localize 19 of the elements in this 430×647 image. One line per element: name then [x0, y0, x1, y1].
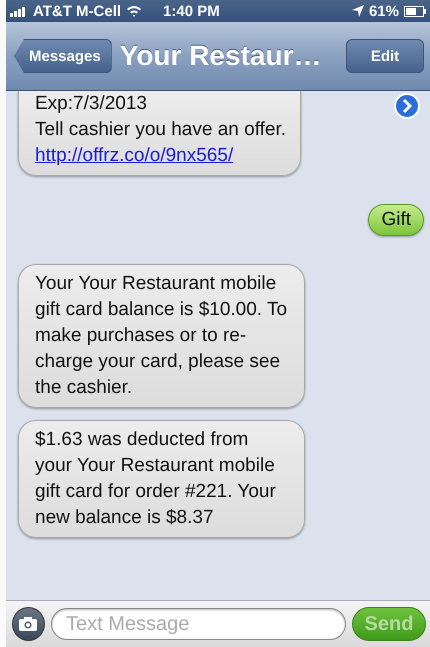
message-text: Gift: [381, 209, 411, 230]
battery-percent: 61%: [368, 2, 399, 20]
carrier-name: AT&T M-Cell: [33, 2, 122, 20]
disclosure-icon[interactable]: [394, 93, 420, 119]
conversation-title: Your Restaur…: [120, 40, 322, 72]
message-text: Your Your Restaurant mobile gift card balance is $10.00. To make purchases or to re-charge your card, please see the cashier.: [35, 272, 288, 400]
message-text: Exp:7/3/2013 Tell cashier you have an offer.: [35, 92, 286, 142]
camera-icon: [19, 617, 38, 631]
clock-time: 1:40 PM: [163, 2, 220, 20]
wifi-icon: [126, 5, 142, 17]
message-input-field[interactable]: Text Message: [50, 608, 346, 640]
message-link[interactable]: http://offrz.co/o/9nx565/: [35, 143, 286, 169]
location-arrow-icon: [352, 5, 364, 17]
message-text: $1.63 was deducted from your Your Restaurant mobile gift card for order #221. Your new balance is $8.37: [35, 428, 277, 530]
battery-icon: [404, 6, 426, 16]
camera-button[interactable]: [12, 607, 45, 641]
signal-icon: [10, 6, 28, 16]
edit-button[interactable]: Edit: [346, 39, 424, 73]
back-button[interactable]: Messages: [14, 39, 112, 73]
